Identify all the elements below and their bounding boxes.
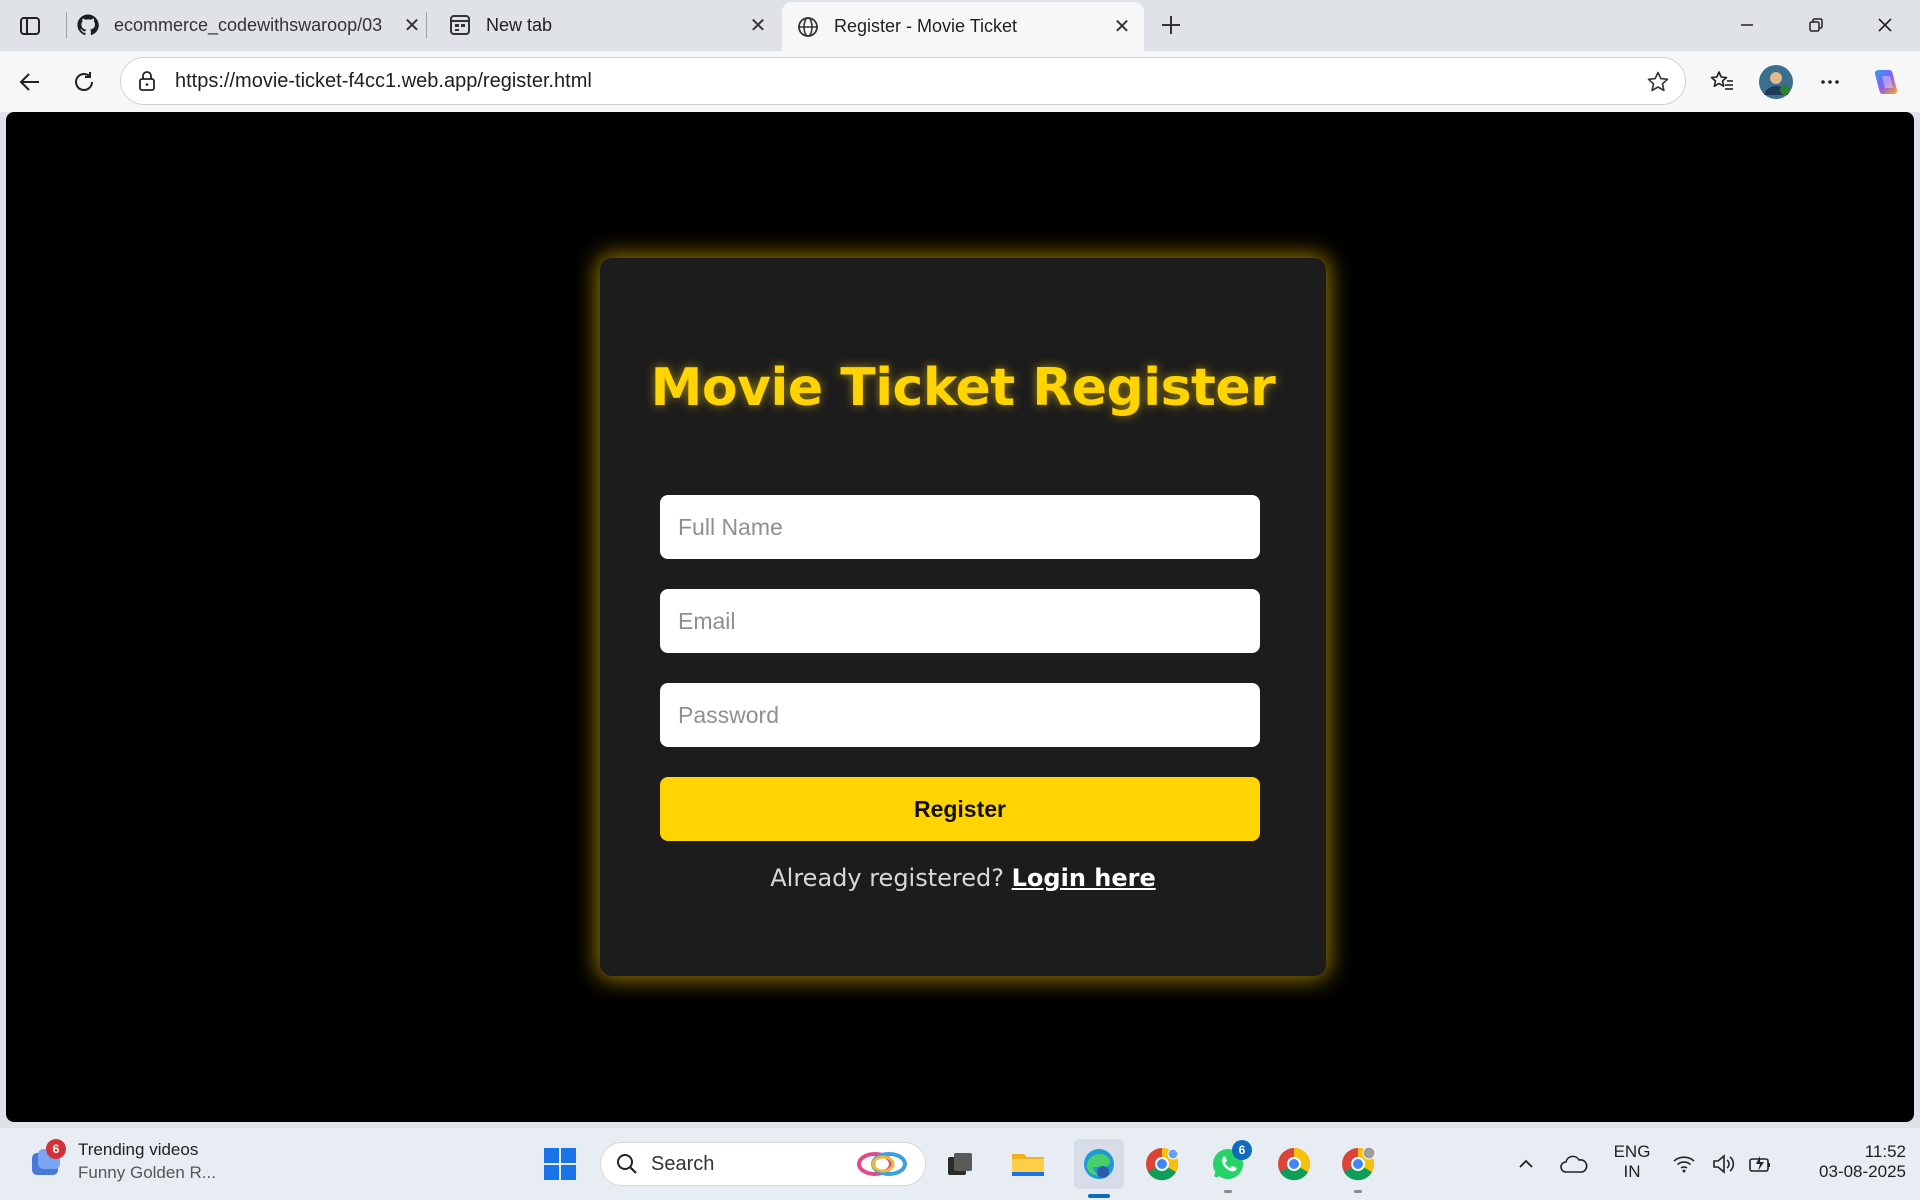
more-dots-icon	[1821, 80, 1839, 84]
favorites-list-icon	[1710, 71, 1733, 90]
task-view-button[interactable]	[938, 1142, 982, 1186]
restore-button[interactable]	[1799, 8, 1833, 42]
running-indicator	[1224, 1190, 1232, 1193]
chrome-button[interactable]	[1272, 1142, 1316, 1186]
chrome-icon	[1146, 1147, 1179, 1181]
wifi-icon[interactable]	[1668, 1142, 1700, 1186]
widget-subtitle: Funny Golden R...	[78, 1163, 216, 1182]
whatsapp-badge: 6	[1232, 1140, 1252, 1160]
page-viewport: Movie Ticket Register Register Already r…	[6, 112, 1914, 1122]
battery-icon[interactable]	[1744, 1142, 1776, 1186]
chrome-profile-button[interactable]	[1140, 1142, 1184, 1186]
new-tab-button[interactable]	[1154, 8, 1188, 42]
favorite-star-icon[interactable]	[1645, 69, 1671, 95]
search-label: Search	[651, 1152, 715, 1175]
file-explorer-button[interactable]	[1006, 1142, 1050, 1186]
cloud-icon	[1560, 1155, 1588, 1173]
avatar-icon	[1759, 65, 1793, 99]
login-prompt: Already registered? Login here	[600, 864, 1326, 892]
tab-new-tab[interactable]: New tab ✕	[434, 2, 780, 48]
close-tab-icon[interactable]: ✕	[1110, 15, 1134, 39]
password-input[interactable]	[660, 683, 1260, 747]
email-input[interactable]	[660, 589, 1260, 653]
plus-icon	[1162, 16, 1180, 34]
folder-icon	[1012, 1154, 1044, 1176]
chrome-icon	[1278, 1147, 1311, 1181]
close-icon	[1878, 18, 1892, 32]
refresh-icon	[75, 72, 93, 91]
task-view-icon	[948, 1153, 972, 1175]
news-widget[interactable]: 6 Trending videos Funny Golden R...	[28, 1138, 216, 1183]
widget-badge: 6	[46, 1138, 66, 1159]
tab-register-active[interactable]: Register - Movie Ticket ✕	[782, 2, 1144, 51]
whatsapp-button[interactable]: 6	[1206, 1140, 1252, 1186]
widget-icon: 6	[28, 1138, 66, 1181]
search-icon	[617, 1154, 637, 1174]
page-title: Movie Ticket Register	[650, 358, 1276, 418]
sidebar-icon	[20, 17, 40, 35]
register-card: Movie Ticket Register Register Already r…	[600, 258, 1326, 976]
full-name-input[interactable]	[660, 495, 1260, 559]
profile-avatar[interactable]	[1758, 64, 1794, 100]
tab-github[interactable]: ecommerce_codewithswaroop/03 ✕	[62, 2, 434, 48]
login-prompt-text: Already registered?	[770, 864, 1004, 892]
tab-separator	[426, 12, 427, 38]
browser-titlebar: ecommerce_codewithswaroop/03 ✕ New tab ✕…	[0, 0, 1920, 51]
chrome-alt-profile-button[interactable]	[1336, 1142, 1380, 1186]
browser-toolbar: https://movie-ticket-f4cc1.web.app/regis…	[0, 51, 1920, 112]
taskbar-search[interactable]: Search	[600, 1142, 926, 1186]
running-indicator	[1354, 1190, 1362, 1193]
close-tab-icon[interactable]: ✕	[746, 13, 770, 37]
copilot-button[interactable]	[1868, 64, 1904, 100]
favorites-button[interactable]	[1704, 64, 1740, 100]
start-button[interactable]	[538, 1142, 582, 1186]
language-line1: ENG	[1613, 1142, 1651, 1161]
edge-taskbar-button[interactable]	[1074, 1139, 1124, 1189]
show-hidden-icons-button[interactable]	[1504, 1142, 1548, 1186]
clock-time: 11:52	[1864, 1142, 1906, 1161]
address-bar[interactable]: https://movie-ticket-f4cc1.web.app/regis…	[120, 57, 1686, 105]
tab-label: ecommerce_codewithswaroop/03	[114, 14, 383, 35]
windows-taskbar: 6 Trending videos Funny Golden R... Sear…	[0, 1128, 1920, 1200]
lock-icon[interactable]	[135, 69, 159, 93]
tab-label: New tab	[486, 14, 553, 35]
active-app-indicator	[1088, 1194, 1110, 1198]
copilot-icon	[1874, 70, 1898, 94]
windows-start-icon	[544, 1148, 576, 1180]
refresh-button[interactable]	[66, 64, 102, 100]
github-icon	[76, 13, 100, 37]
language-indicator[interactable]: ENG IN	[1604, 1142, 1660, 1182]
onedrive-button[interactable]	[1552, 1142, 1596, 1186]
language-line2: IN	[1623, 1162, 1641, 1181]
minimize-icon	[1741, 24, 1753, 26]
back-button[interactable]	[12, 64, 48, 100]
tab-label: Register - Movie Ticket	[834, 16, 1018, 36]
login-link[interactable]: Login here	[1012, 864, 1156, 892]
clock-date: 03-08-2025	[1819, 1162, 1906, 1181]
register-button[interactable]: Register	[660, 777, 1260, 841]
minimize-button[interactable]	[1730, 8, 1764, 42]
restore-icon	[1809, 18, 1823, 32]
edge-icon	[1084, 1149, 1114, 1179]
close-tab-icon[interactable]: ✕	[400, 13, 424, 37]
chevron-up-icon	[1519, 1159, 1533, 1168]
volume-icon[interactable]	[1708, 1142, 1740, 1186]
search-highlight-icon	[857, 1152, 907, 1176]
globe-icon	[796, 15, 820, 39]
close-window-button[interactable]	[1868, 8, 1902, 42]
clock[interactable]: 11:52 03-08-2025	[1782, 1142, 1906, 1182]
chrome-icon	[1342, 1146, 1376, 1181]
tab-actions-button[interactable]	[14, 10, 46, 42]
url-text[interactable]: https://movie-ticket-f4cc1.web.app/regis…	[175, 70, 592, 93]
back-arrow-icon	[19, 73, 39, 91]
newtab-icon	[448, 13, 472, 37]
more-menu-button[interactable]	[1812, 64, 1848, 100]
widget-title: Trending videos	[78, 1140, 199, 1159]
